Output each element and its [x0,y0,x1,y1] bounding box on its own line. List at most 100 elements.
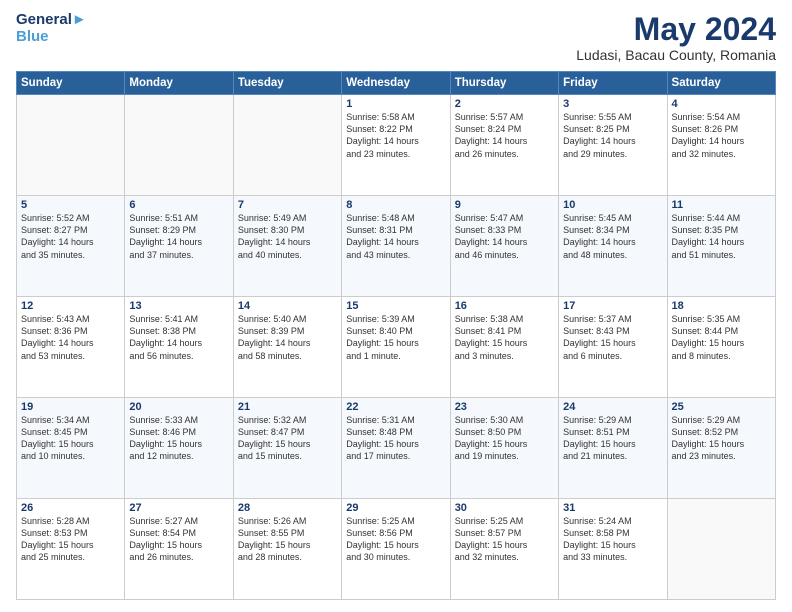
day-info: Sunrise: 5:57 AM Sunset: 8:24 PM Dayligh… [455,111,554,160]
calendar-cell: 28Sunrise: 5:26 AM Sunset: 8:55 PM Dayli… [233,499,341,600]
calendar-cell: 23Sunrise: 5:30 AM Sunset: 8:50 PM Dayli… [450,398,558,499]
day-number: 4 [672,98,771,110]
day-info: Sunrise: 5:28 AM Sunset: 8:53 PM Dayligh… [21,515,120,564]
day-info: Sunrise: 5:29 AM Sunset: 8:51 PM Dayligh… [563,414,662,463]
calendar-cell: 15Sunrise: 5:39 AM Sunset: 8:40 PM Dayli… [342,297,450,398]
header-monday: Monday [125,72,233,95]
day-info: Sunrise: 5:31 AM Sunset: 8:48 PM Dayligh… [346,414,445,463]
day-number: 8 [346,199,445,211]
week-row-2: 5Sunrise: 5:52 AM Sunset: 8:27 PM Daylig… [17,196,776,297]
day-number: 16 [455,300,554,312]
day-number: 12 [21,300,120,312]
day-number: 5 [21,199,120,211]
day-number: 23 [455,401,554,413]
calendar-cell [125,95,233,196]
week-row-4: 19Sunrise: 5:34 AM Sunset: 8:45 PM Dayli… [17,398,776,499]
day-info: Sunrise: 5:24 AM Sunset: 8:58 PM Dayligh… [563,515,662,564]
calendar-cell: 20Sunrise: 5:33 AM Sunset: 8:46 PM Dayli… [125,398,233,499]
day-info: Sunrise: 5:51 AM Sunset: 8:29 PM Dayligh… [129,212,228,261]
calendar-cell: 29Sunrise: 5:25 AM Sunset: 8:56 PM Dayli… [342,499,450,600]
calendar-cell: 21Sunrise: 5:32 AM Sunset: 8:47 PM Dayli… [233,398,341,499]
day-number: 21 [238,401,337,413]
day-number: 3 [563,98,662,110]
day-number: 26 [21,502,120,514]
day-number: 20 [129,401,228,413]
header-friday: Friday [559,72,667,95]
week-row-3: 12Sunrise: 5:43 AM Sunset: 8:36 PM Dayli… [17,297,776,398]
day-number: 9 [455,199,554,211]
day-number: 11 [672,199,771,211]
calendar-cell: 17Sunrise: 5:37 AM Sunset: 8:43 PM Dayli… [559,297,667,398]
calendar-cell: 11Sunrise: 5:44 AM Sunset: 8:35 PM Dayli… [667,196,775,297]
day-info: Sunrise: 5:43 AM Sunset: 8:36 PM Dayligh… [21,313,120,362]
main-title: May 2024 [576,12,776,47]
day-info: Sunrise: 5:32 AM Sunset: 8:47 PM Dayligh… [238,414,337,463]
calendar-cell: 9Sunrise: 5:47 AM Sunset: 8:33 PM Daylig… [450,196,558,297]
day-number: 15 [346,300,445,312]
day-number: 28 [238,502,337,514]
day-number: 7 [238,199,337,211]
calendar-cell: 1Sunrise: 5:58 AM Sunset: 8:22 PM Daylig… [342,95,450,196]
day-number: 2 [455,98,554,110]
day-number: 13 [129,300,228,312]
day-info: Sunrise: 5:38 AM Sunset: 8:41 PM Dayligh… [455,313,554,362]
day-info: Sunrise: 5:29 AM Sunset: 8:52 PM Dayligh… [672,414,771,463]
day-info: Sunrise: 5:54 AM Sunset: 8:26 PM Dayligh… [672,111,771,160]
calendar-cell: 14Sunrise: 5:40 AM Sunset: 8:39 PM Dayli… [233,297,341,398]
day-info: Sunrise: 5:30 AM Sunset: 8:50 PM Dayligh… [455,414,554,463]
calendar-cell: 7Sunrise: 5:49 AM Sunset: 8:30 PM Daylig… [233,196,341,297]
day-number: 25 [672,401,771,413]
header-thursday: Thursday [450,72,558,95]
day-info: Sunrise: 5:25 AM Sunset: 8:57 PM Dayligh… [455,515,554,564]
calendar-cell: 3Sunrise: 5:55 AM Sunset: 8:25 PM Daylig… [559,95,667,196]
subtitle: Ludasi, Bacau County, Romania [576,47,776,63]
day-info: Sunrise: 5:52 AM Sunset: 8:27 PM Dayligh… [21,212,120,261]
calendar-cell: 18Sunrise: 5:35 AM Sunset: 8:44 PM Dayli… [667,297,775,398]
day-number: 1 [346,98,445,110]
day-number: 18 [672,300,771,312]
calendar-cell: 16Sunrise: 5:38 AM Sunset: 8:41 PM Dayli… [450,297,558,398]
day-number: 22 [346,401,445,413]
day-number: 19 [21,401,120,413]
calendar-cell: 27Sunrise: 5:27 AM Sunset: 8:54 PM Dayli… [125,499,233,600]
day-info: Sunrise: 5:25 AM Sunset: 8:56 PM Dayligh… [346,515,445,564]
day-info: Sunrise: 5:41 AM Sunset: 8:38 PM Dayligh… [129,313,228,362]
day-info: Sunrise: 5:26 AM Sunset: 8:55 PM Dayligh… [238,515,337,564]
day-info: Sunrise: 5:34 AM Sunset: 8:45 PM Dayligh… [21,414,120,463]
header-wednesday: Wednesday [342,72,450,95]
calendar-cell [17,95,125,196]
calendar-cell: 8Sunrise: 5:48 AM Sunset: 8:31 PM Daylig… [342,196,450,297]
header: General► Blue May 2024 Ludasi, Bacau Cou… [16,12,776,63]
week-row-1: 1Sunrise: 5:58 AM Sunset: 8:22 PM Daylig… [17,95,776,196]
day-number: 17 [563,300,662,312]
day-number: 10 [563,199,662,211]
day-number: 24 [563,401,662,413]
day-number: 14 [238,300,337,312]
calendar-cell: 5Sunrise: 5:52 AM Sunset: 8:27 PM Daylig… [17,196,125,297]
page: General► Blue May 2024 Ludasi, Bacau Cou… [0,0,792,612]
week-row-5: 26Sunrise: 5:28 AM Sunset: 8:53 PM Dayli… [17,499,776,600]
day-info: Sunrise: 5:58 AM Sunset: 8:22 PM Dayligh… [346,111,445,160]
calendar-cell: 10Sunrise: 5:45 AM Sunset: 8:34 PM Dayli… [559,196,667,297]
header-tuesday: Tuesday [233,72,341,95]
calendar: SundayMondayTuesdayWednesdayThursdayFrid… [16,71,776,600]
day-info: Sunrise: 5:35 AM Sunset: 8:44 PM Dayligh… [672,313,771,362]
calendar-cell: 6Sunrise: 5:51 AM Sunset: 8:29 PM Daylig… [125,196,233,297]
day-info: Sunrise: 5:39 AM Sunset: 8:40 PM Dayligh… [346,313,445,362]
day-number: 31 [563,502,662,514]
calendar-cell: 24Sunrise: 5:29 AM Sunset: 8:51 PM Dayli… [559,398,667,499]
day-info: Sunrise: 5:44 AM Sunset: 8:35 PM Dayligh… [672,212,771,261]
calendar-cell: 30Sunrise: 5:25 AM Sunset: 8:57 PM Dayli… [450,499,558,600]
header-saturday: Saturday [667,72,775,95]
day-number: 6 [129,199,228,211]
day-info: Sunrise: 5:47 AM Sunset: 8:33 PM Dayligh… [455,212,554,261]
day-number: 29 [346,502,445,514]
calendar-cell: 25Sunrise: 5:29 AM Sunset: 8:52 PM Dayli… [667,398,775,499]
day-number: 30 [455,502,554,514]
day-info: Sunrise: 5:49 AM Sunset: 8:30 PM Dayligh… [238,212,337,261]
day-info: Sunrise: 5:40 AM Sunset: 8:39 PM Dayligh… [238,313,337,362]
calendar-cell: 22Sunrise: 5:31 AM Sunset: 8:48 PM Dayli… [342,398,450,499]
day-info: Sunrise: 5:33 AM Sunset: 8:46 PM Dayligh… [129,414,228,463]
day-info: Sunrise: 5:37 AM Sunset: 8:43 PM Dayligh… [563,313,662,362]
calendar-cell: 19Sunrise: 5:34 AM Sunset: 8:45 PM Dayli… [17,398,125,499]
